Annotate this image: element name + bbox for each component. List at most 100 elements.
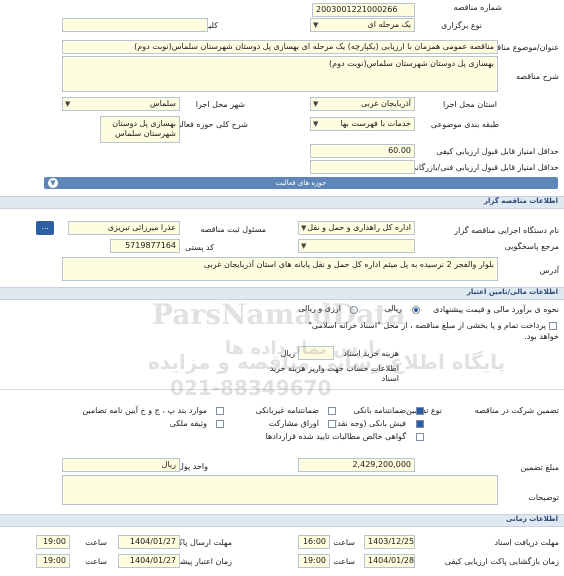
doc-receive-label: مهلت دریافت اسناد	[494, 538, 559, 547]
title-input[interactable]: مناقصه عمومی همزمان با ارزیابی (یکپارچه)…	[62, 40, 498, 54]
guarantee-bank-checkbox[interactable]	[416, 407, 424, 415]
reply-ref-label: مرجع پاسخگویی	[504, 242, 559, 251]
guarantee-bank-label: ضمانتنامه بانکی	[353, 406, 406, 415]
guarantee-nonbank-label: ضمانتنامه غیربانکی	[255, 406, 319, 415]
postal-code-label: کد پستی	[185, 243, 214, 252]
estimate-foreign-radio[interactable]	[350, 306, 358, 314]
keyword-input[interactable]	[62, 18, 208, 32]
estimate-rial-label: ریالی	[384, 304, 402, 313]
doc-price-unit: ریال	[280, 349, 295, 358]
notes-textarea[interactable]	[62, 475, 498, 505]
section-timing: اطلاعات زمانی	[0, 514, 564, 527]
validity-time: 19:00	[36, 554, 70, 568]
city-select[interactable]: ▼ سلماس	[62, 97, 180, 111]
min-tech-input[interactable]	[310, 160, 415, 174]
province-select[interactable]: ▼ آذربایجان غربی	[310, 97, 415, 111]
chevron-down-icon: ▼	[301, 224, 307, 232]
guarantee-clause-label: موارد بند پ ، ج و خ آیین نامه تضامین	[82, 406, 207, 415]
doc-price-input[interactable]	[298, 346, 334, 360]
validity-time-label: ساعت	[85, 557, 107, 566]
doc-receive-time: 16:00	[298, 535, 330, 549]
holding-type-select[interactable]: ▼ یک مرحله ای	[310, 18, 415, 32]
guarantee-property-label: وثیقه ملکی	[169, 419, 207, 428]
section-organizer: اطلاعات مناقصه گزار	[0, 196, 564, 209]
activity-scope-label: حوزه های فعالیت	[275, 179, 327, 187]
scope-textarea[interactable]: بهسازی پل دوستان شهرستان سلماس	[100, 116, 180, 143]
doc-receive-time-label: ساعت	[333, 538, 355, 547]
activity-scope-toggle[interactable]: حوزه های فعالیت	[44, 177, 558, 189]
city-label: شهر محل اجرا	[195, 100, 245, 109]
doc-price-label: هزینه خرید اسناد	[343, 349, 399, 358]
currency-label: واحد پول	[178, 462, 208, 471]
category-label: طبقه بندی موضوعی	[430, 120, 499, 129]
category-value: خدمات با فهرست بها	[340, 119, 411, 128]
chevron-down-icon: ▼	[313, 120, 319, 128]
agency-select[interactable]: ▼ اداره کل راهداری و حمل و نقل	[298, 221, 415, 235]
holding-type-label: نوع برگزاری	[441, 21, 482, 30]
description-textarea[interactable]: بهسازی پل دوستان شهرستان سلماس(نوبت دوم)	[62, 56, 498, 92]
province-label: استان محل اجرا	[442, 100, 497, 109]
estimate-label: نحوه ی برآورد مالی و قیمت پیشنهادی	[433, 305, 559, 314]
divider	[0, 389, 564, 390]
category-select[interactable]: ▼ خدمات با فهرست بها	[310, 117, 415, 131]
guarantee-cash-label: فیش بانکی (وجه نقد)	[334, 419, 406, 428]
min-quality-input[interactable]: 60.00	[310, 144, 415, 158]
holding-type-value: یک مرحله ای	[367, 20, 411, 29]
doc-receive-date: 1403/12/25	[364, 535, 415, 549]
watermark-phone: 021-88349670	[170, 376, 332, 400]
agency-value: اداره کل راهداری و حمل و نقل	[307, 223, 411, 232]
quality-open-date: 1404/01/28	[364, 554, 415, 568]
min-tech-label: حداقل امتیاز قابل قبول ارزیابی فنی/بازرگ…	[410, 163, 559, 172]
guarantee-claims-checkbox[interactable]	[416, 433, 424, 441]
scope-label: شرح کلی حوزه فعالیت	[171, 120, 248, 129]
address-label: آدرس	[539, 266, 559, 275]
guarantee-nonbank-checkbox[interactable]	[328, 407, 336, 415]
chevron-down-icon: ▼	[313, 21, 319, 29]
quality-open-label: زمان بازگشایی پاکت ارزیابی کیفی	[444, 557, 559, 566]
amount-field: 2,429,200,000	[298, 458, 415, 472]
organizer-lookup-button[interactable]: ...	[36, 221, 54, 235]
guarantee-clause-checkbox[interactable]	[216, 407, 224, 415]
section-finance-title: اطلاعات مالی/تامین اعتبار	[466, 288, 558, 296]
quality-open-time-label: ساعت	[333, 557, 355, 566]
amount-label: مبلغ تضمین	[520, 463, 559, 472]
postal-code-field: 5719877164	[110, 239, 180, 253]
address-textarea[interactable]: بلوار والفجر 2 نرسیده به پل میثم اداره ک…	[62, 257, 498, 281]
guarantee-label: تضمین شرکت در مناقصه	[474, 406, 559, 415]
account-value: ...	[311, 364, 319, 373]
reply-ref-select[interactable]: ▼	[298, 239, 415, 253]
guarantee-type-label: نوع تضمین	[406, 406, 442, 415]
chevron-down-icon: ▼	[313, 100, 319, 108]
guarantee-bonds-checkbox[interactable]	[328, 420, 336, 428]
send-deadline-time: 19:00	[36, 535, 70, 549]
tender-number-label: شماره مناقصه	[453, 3, 502, 12]
city-value: سلماس	[149, 99, 176, 108]
chevron-down-icon: ▼	[65, 100, 71, 108]
guarantee-claims-label: گواهی خالص مطالبات تایید شده قراردادها	[265, 432, 406, 441]
section-finance: اطلاعات مالی/تامین اعتبار	[0, 287, 564, 300]
account-label-2: اسناد	[381, 374, 399, 383]
validity-date: 1404/01/27	[118, 554, 180, 568]
estimate-rial-radio[interactable]	[412, 306, 420, 314]
account-label: اطلاعات حساب جهت واریز هزینه خرید	[269, 364, 399, 373]
estimate-foreign-label: ارزی و ریالی	[298, 304, 341, 313]
guarantee-cash-checkbox[interactable]	[416, 420, 424, 428]
quality-open-time: 19:00	[298, 554, 330, 568]
province-value: آذربایجان غربی	[360, 99, 411, 108]
min-quality-label: حداقل امتیاز قابل قبول ارزیابی کیفی	[436, 147, 559, 156]
chevron-down-icon[interactable]: ▼	[48, 178, 58, 188]
registrar-field: عذرا میرزائی تبریزی	[68, 221, 180, 235]
registrar-label: مسئول ثبت مناقصه	[200, 225, 266, 234]
section-organizer-title: اطلاعات مناقصه گزار	[483, 197, 558, 205]
guarantee-property-checkbox[interactable]	[216, 420, 224, 428]
notes-label: توضیحات	[528, 493, 559, 502]
send-deadline-date: 1404/01/27	[118, 535, 180, 549]
agency-label: نام دستگاه اجرایی مناقصه گزار	[454, 226, 559, 235]
send-deadline-time-label: ساعت	[85, 538, 107, 547]
treasury-checkbox[interactable]	[549, 322, 557, 330]
treasury-text-2: خواهد بود.	[524, 332, 559, 341]
description-label: شرح مناقصه	[515, 72, 559, 81]
section-timing-title: اطلاعات زمانی	[506, 515, 558, 523]
chevron-down-icon: ▼	[301, 242, 307, 250]
treasury-text: پرداخت تمام و یا بخشی از مبلغ مناقصه ، ا…	[308, 321, 546, 330]
